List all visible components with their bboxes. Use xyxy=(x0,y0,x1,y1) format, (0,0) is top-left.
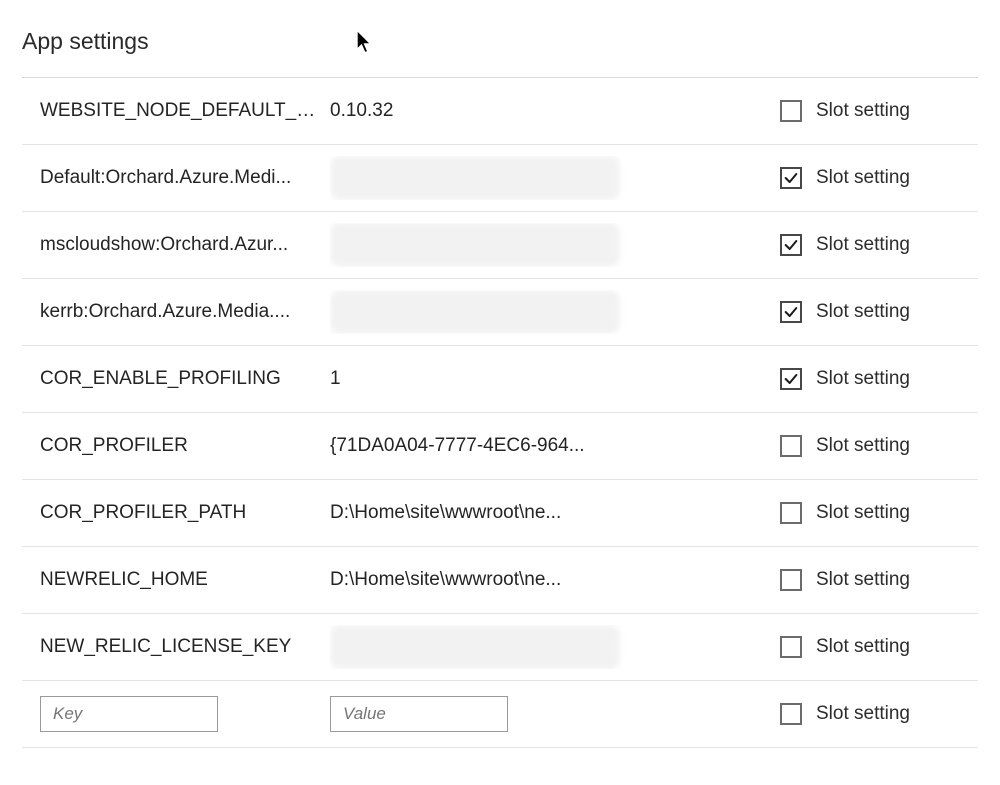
slot-setting-checkbox[interactable] xyxy=(780,636,802,658)
setting-value[interactable] xyxy=(330,223,780,267)
slot-setting-label: Slot setting xyxy=(816,234,910,256)
setting-key[interactable]: NEWRELIC_HOME xyxy=(40,569,330,591)
redacted-value xyxy=(330,223,620,267)
redacted-value xyxy=(330,290,620,334)
setting-key[interactable]: mscloudshow:Orchard.Azur... xyxy=(40,234,330,256)
setting-key[interactable]: COR_PROFILER_PATH xyxy=(40,502,330,524)
slot-setting-label: Slot setting xyxy=(816,100,910,122)
slot-setting-cell: Slot setting xyxy=(780,435,960,457)
slot-setting-checkbox[interactable] xyxy=(780,502,802,524)
section-title: App settings xyxy=(22,28,978,55)
slot-setting-checkbox[interactable] xyxy=(780,234,802,256)
setting-key[interactable]: COR_PROFILER xyxy=(40,435,330,457)
slot-setting-cell: Slot setting xyxy=(780,301,960,323)
setting-value[interactable]: 1 xyxy=(330,368,780,390)
slot-setting-checkbox[interactable] xyxy=(780,167,802,189)
setting-value[interactable] xyxy=(330,290,780,334)
slot-setting-label: Slot setting xyxy=(816,368,910,390)
slot-setting-label: Slot setting xyxy=(816,301,910,323)
slot-setting-checkbox[interactable] xyxy=(780,703,802,725)
setting-row[interactable]: WEBSITE_NODE_DEFAULT_V...0.10.32 Slot set… xyxy=(22,78,978,145)
setting-key[interactable]: COR_ENABLE_PROFILING xyxy=(40,368,330,390)
slot-setting-checkbox[interactable] xyxy=(780,569,802,591)
setting-key[interactable]: kerrb:Orchard.Azure.Media.... xyxy=(40,301,330,323)
slot-setting-label: Slot setting xyxy=(816,636,910,658)
slot-setting-cell: Slot setting xyxy=(780,569,960,591)
new-key-input[interactable] xyxy=(40,696,218,732)
setting-row[interactable]: mscloudshow:Orchard.Azur... Slot setting xyxy=(22,212,978,279)
new-setting-row: Slot setting xyxy=(22,681,978,748)
slot-setting-label: Slot setting xyxy=(816,502,910,524)
slot-setting-cell: Slot setting xyxy=(780,234,960,256)
setting-value[interactable] xyxy=(330,625,780,669)
redacted-value xyxy=(330,156,620,200)
setting-row[interactable]: NEWRELIC_HOMED:\Home\site\wwwroot\ne... S… xyxy=(22,547,978,614)
slot-setting-cell: Slot setting xyxy=(780,100,960,122)
slot-setting-cell: Slot setting xyxy=(780,167,960,189)
setting-key[interactable]: WEBSITE_NODE_DEFAULT_V... xyxy=(40,100,330,122)
slot-setting-cell: Slot setting xyxy=(780,703,960,725)
setting-row[interactable]: NEW_RELIC_LICENSE_KEY Slot setting xyxy=(22,614,978,681)
slot-setting-checkbox[interactable] xyxy=(780,301,802,323)
setting-row[interactable]: COR_PROFILER{71DA0A04-7777-4EC6-964... Sl… xyxy=(22,413,978,480)
setting-row[interactable]: Default:Orchard.Azure.Medi... Slot settin… xyxy=(22,145,978,212)
slot-setting-label: Slot setting xyxy=(816,167,910,189)
slot-setting-label: Slot setting xyxy=(816,435,910,457)
slot-setting-cell: Slot setting xyxy=(780,636,960,658)
setting-value[interactable]: D:\Home\site\wwwroot\ne... xyxy=(330,502,780,524)
setting-value[interactable]: 0.10.32 xyxy=(330,100,780,122)
slot-setting-cell: Slot setting xyxy=(780,368,960,390)
setting-row[interactable]: kerrb:Orchard.Azure.Media.... Slot settin… xyxy=(22,279,978,346)
slot-setting-label: Slot setting xyxy=(816,569,910,591)
new-value-input[interactable] xyxy=(330,696,508,732)
setting-value[interactable] xyxy=(330,156,780,200)
slot-setting-checkbox[interactable] xyxy=(780,100,802,122)
setting-value[interactable]: {71DA0A04-7777-4EC6-964... xyxy=(330,435,780,457)
slot-setting-cell: Slot setting xyxy=(780,502,960,524)
setting-key[interactable]: Default:Orchard.Azure.Medi... xyxy=(40,167,330,189)
slot-setting-label: Slot setting xyxy=(816,703,910,725)
slot-setting-checkbox[interactable] xyxy=(780,368,802,390)
slot-setting-checkbox[interactable] xyxy=(780,435,802,457)
setting-key[interactable]: NEW_RELIC_LICENSE_KEY xyxy=(40,636,330,658)
setting-row[interactable]: COR_ENABLE_PROFILING1 Slot setting xyxy=(22,346,978,413)
redacted-value xyxy=(330,625,620,669)
setting-row[interactable]: COR_PROFILER_PATHD:\Home\site\wwwroot\ne… xyxy=(22,480,978,547)
app-settings-table: WEBSITE_NODE_DEFAULT_V...0.10.32 Slot set… xyxy=(22,77,978,748)
setting-value[interactable]: D:\Home\site\wwwroot\ne... xyxy=(330,569,780,591)
